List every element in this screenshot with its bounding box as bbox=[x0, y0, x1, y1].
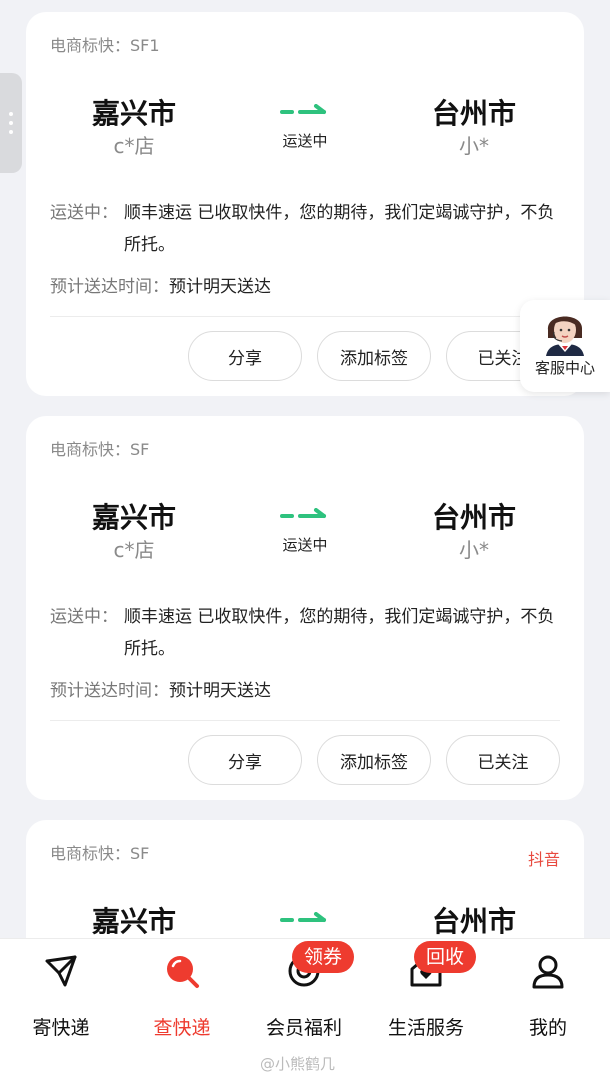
progress-detail: 运送中： 顺丰速运 已收取快件，您的期待，我们定竭诚守护，不负所托。 bbox=[50, 601, 560, 665]
follow-button[interactable]: 已关注 bbox=[446, 735, 560, 785]
destination-city: 台州市 bbox=[431, 905, 516, 938]
bottom-tab-bar: 寄快递 查快递 领券 会员福利 回收 生活服务 我的 @小熊鹤几 bbox=[0, 938, 610, 1080]
customer-service-label: 客服中心 bbox=[534, 359, 595, 377]
route-arrow-icon bbox=[280, 104, 326, 114]
route-arrow-icon bbox=[280, 912, 326, 922]
tab-send-parcel[interactable]: 寄快递 bbox=[1, 953, 121, 1039]
tab-label: 寄快递 bbox=[32, 1017, 90, 1039]
divider bbox=[50, 316, 560, 317]
destination-city: 台州市 bbox=[431, 97, 516, 130]
tab-label: 查快递 bbox=[153, 1017, 211, 1039]
tab-member-benefits[interactable]: 领券 会员福利 bbox=[244, 941, 364, 1039]
tab-life-services[interactable]: 回收 生活服务 bbox=[366, 941, 486, 1039]
tab-me[interactable]: 我的 bbox=[488, 953, 608, 1039]
share-button[interactable]: 分享 bbox=[188, 331, 302, 381]
destination-city: 台州市 bbox=[431, 501, 516, 534]
eta-row: 预计送达时间： 预计明天送达 bbox=[50, 272, 271, 297]
eta-value: 预计明天送达 bbox=[169, 681, 271, 701]
progress-text: 顺丰速运 已收取快件，您的期待，我们定竭诚守护，不负所托。 bbox=[124, 607, 555, 659]
share-button[interactable]: 分享 bbox=[188, 735, 302, 785]
handle-dot bbox=[9, 112, 13, 116]
origin-city: 嘉兴市 bbox=[91, 905, 176, 938]
side-drawer-handle[interactable] bbox=[0, 73, 22, 173]
user-icon bbox=[532, 955, 564, 989]
search-parcel-icon bbox=[167, 956, 199, 988]
eta-value: 预计明天送达 bbox=[169, 277, 271, 297]
eta-row: 预计送达时间： 预计明天送达 bbox=[50, 676, 271, 701]
origin-city: 嘉兴市 bbox=[91, 501, 176, 534]
progress-detail: 运送中： 顺丰速运 已收取快件，您的期待，我们定竭诚守护，不负所托。 bbox=[50, 197, 560, 261]
customer-service-button[interactable]: 客服中心 bbox=[520, 300, 610, 392]
progress-text: 顺丰速运 已收取快件，您的期待，我们定竭诚守护，不负所托。 bbox=[124, 203, 555, 255]
shipment-tag: 电商标快：SF1 bbox=[50, 36, 160, 55]
add-tag-button[interactable]: 添加标签 bbox=[317, 331, 431, 381]
watermark: @小熊鹤几 bbox=[260, 1055, 336, 1073]
shipment-card[interactable]: 电商标快：SF1 嘉兴市 c*店 运送中 台州市 小* 运送中： 顺丰速运 已收… bbox=[26, 12, 584, 396]
sender-name: c*店 bbox=[113, 538, 155, 562]
eta-label: 预计送达时间： bbox=[50, 681, 169, 701]
tab-label: 生活服务 bbox=[387, 1017, 464, 1039]
tab-label: 会员福利 bbox=[265, 1017, 342, 1039]
recycle-badge[interactable]: 回收 bbox=[414, 941, 477, 973]
add-tag-button[interactable]: 添加标签 bbox=[317, 735, 431, 785]
sender-name: c*店 bbox=[113, 134, 155, 158]
route-arrow-icon bbox=[280, 508, 326, 518]
origin-city: 嘉兴市 bbox=[91, 97, 176, 130]
send-plane-icon bbox=[45, 955, 77, 987]
progress-label: 运送中： bbox=[50, 203, 118, 223]
agent-avatar-icon bbox=[546, 316, 584, 356]
tab-label: 我的 bbox=[528, 1017, 567, 1039]
progress-label: 运送中： bbox=[50, 607, 118, 627]
handle-dot bbox=[9, 130, 13, 134]
handle-dot bbox=[9, 121, 13, 125]
shipment-status: 运送中 bbox=[282, 132, 328, 150]
shipment-tag: 电商标快：SF bbox=[50, 844, 150, 863]
shipment-tag: 电商标快：SF bbox=[50, 440, 150, 459]
tab-track-parcel[interactable]: 查快递 bbox=[122, 953, 242, 1039]
platform-badge: 抖音 bbox=[527, 850, 560, 869]
coupon-badge[interactable]: 领券 bbox=[292, 941, 355, 973]
divider bbox=[50, 720, 560, 721]
eta-label: 预计送达时间： bbox=[50, 277, 169, 297]
shipment-status: 运送中 bbox=[282, 536, 328, 554]
recipient-name: 小* bbox=[459, 134, 489, 158]
recipient-name: 小* bbox=[459, 538, 489, 562]
shipment-card[interactable]: 电商标快：SF 嘉兴市 c*店 运送中 台州市 小* 运送中： 顺丰速运 已收取… bbox=[26, 416, 584, 800]
